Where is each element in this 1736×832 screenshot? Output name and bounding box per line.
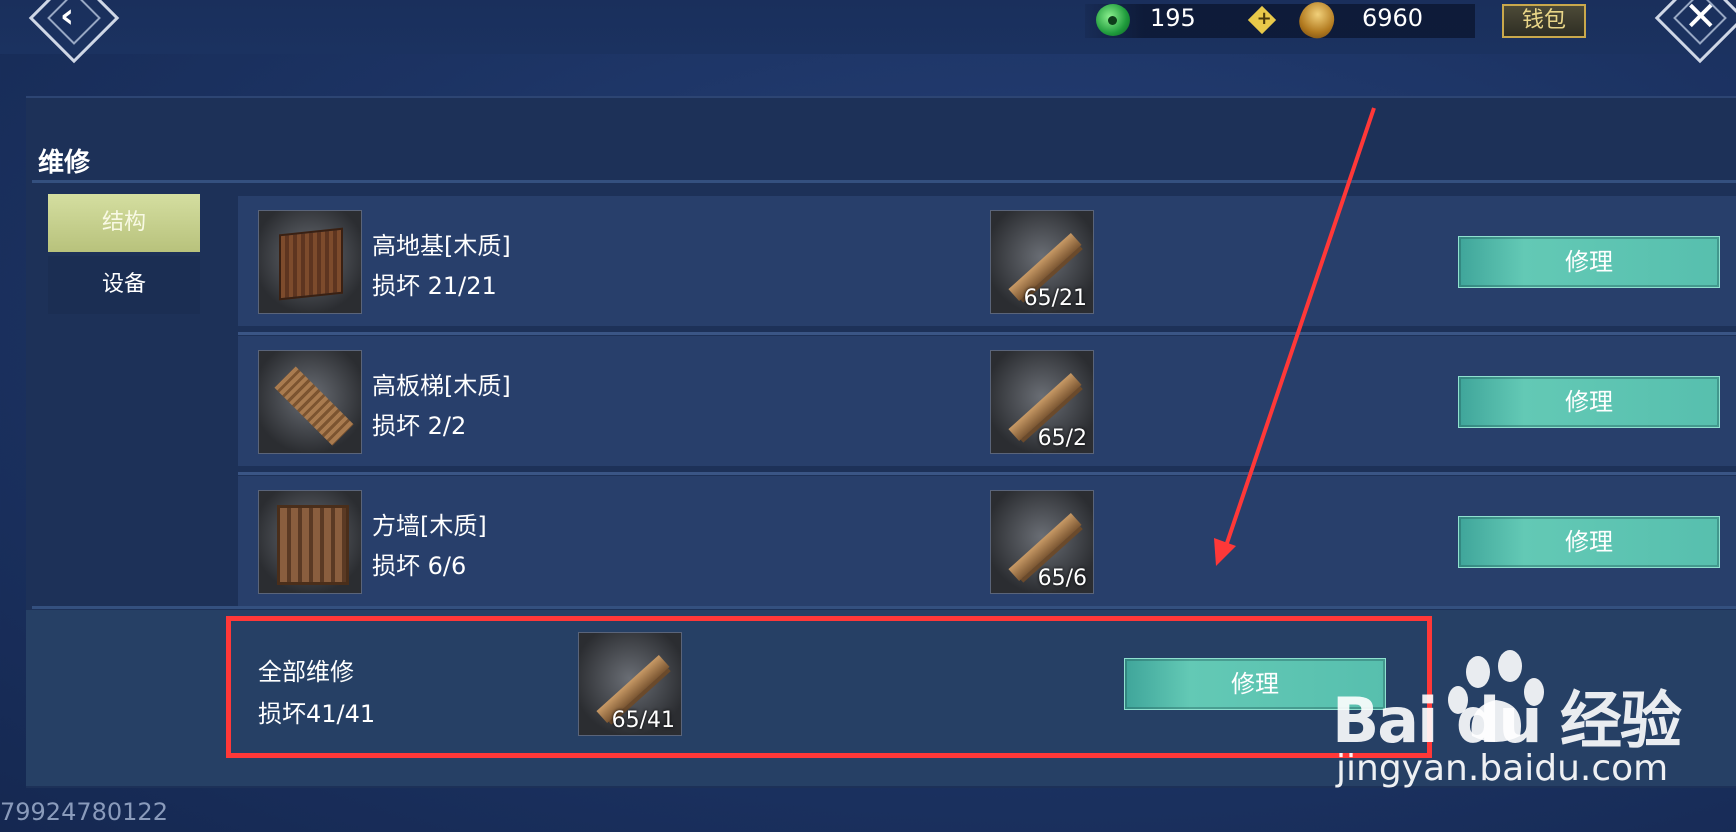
- baidu-paw-icon: [1448, 650, 1544, 742]
- arrow-line: [1224, 107, 1376, 547]
- player-id: 79924780122: [0, 798, 168, 826]
- watermark-url: jingyan.baidu.com: [1336, 748, 1669, 789]
- arrow-head: [1214, 538, 1236, 566]
